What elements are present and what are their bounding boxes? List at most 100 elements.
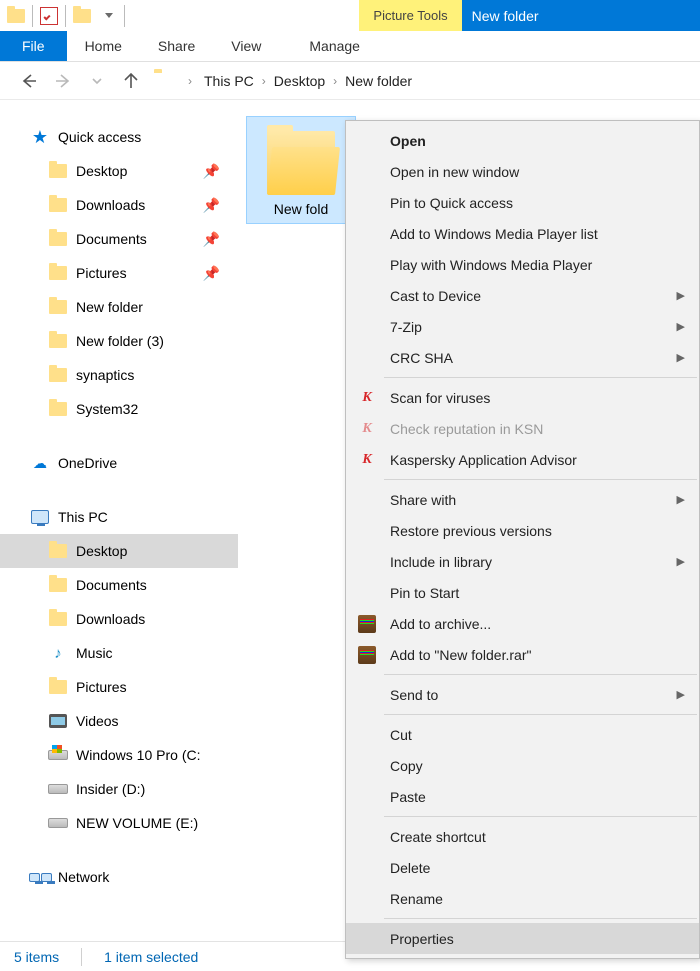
tree-onedrive[interactable]: ☁ OneDrive xyxy=(0,446,238,480)
chevron-right-icon[interactable]: › xyxy=(188,74,192,88)
crumb-new-folder[interactable]: New folder xyxy=(345,73,412,89)
ctx-cast-to-device[interactable]: Cast to Device▶ xyxy=(346,280,699,311)
pin-icon: 📌 xyxy=(203,197,220,214)
ctx-send-to[interactable]: Send to▶ xyxy=(346,679,699,710)
ctx-paste[interactable]: Paste xyxy=(346,781,699,812)
crumb-this-pc[interactable]: This PC xyxy=(204,73,254,89)
kaspersky-icon: K xyxy=(358,451,376,469)
folder-icon xyxy=(48,400,68,418)
chevron-right-icon[interactable]: › xyxy=(333,74,337,88)
tree-label: Downloads xyxy=(76,197,145,213)
ctx-add-wmp-list[interactable]: Add to Windows Media Player list xyxy=(346,218,699,249)
folder-icon xyxy=(48,162,68,180)
ctx-7zip[interactable]: 7-Zip▶ xyxy=(346,311,699,342)
tab-home[interactable]: Home xyxy=(67,31,140,61)
tree-group-network: Network xyxy=(0,860,238,894)
music-icon xyxy=(48,644,68,662)
tree-item-pictures-qa[interactable]: Pictures📌 xyxy=(0,256,238,290)
ctx-add-to-rar[interactable]: Add to "New folder.rar" xyxy=(346,639,699,670)
ctx-open-new-window[interactable]: Open in new window xyxy=(346,156,699,187)
breadcrumb[interactable]: This PC › Desktop › New folder xyxy=(204,73,412,89)
ctx-pin-quick-access[interactable]: Pin to Quick access xyxy=(346,187,699,218)
tree-item-pictures[interactable]: Pictures xyxy=(0,670,238,704)
tree-item-music[interactable]: Music xyxy=(0,636,238,670)
recent-dropdown-icon[interactable] xyxy=(86,70,108,92)
tree-label: Network xyxy=(58,869,109,885)
tree-label: OneDrive xyxy=(58,455,117,471)
new-folder-qat-icon[interactable] xyxy=(72,6,92,26)
tree-item-desktop-qa[interactable]: Desktop 📌 xyxy=(0,154,238,188)
ctx-rename[interactable]: Rename xyxy=(346,883,699,914)
tree-label: Desktop xyxy=(76,163,127,179)
drive-icon xyxy=(48,746,68,764)
chevron-right-icon: ▶ xyxy=(677,320,685,333)
drive-icon xyxy=(48,780,68,798)
pin-icon: 📌 xyxy=(203,163,220,180)
chevron-right-icon: ▶ xyxy=(677,289,685,302)
tree-group-this-pc: This PC Desktop Documents Downloads Musi… xyxy=(0,500,238,840)
tab-file[interactable]: File xyxy=(0,31,67,61)
tree-item-downloads[interactable]: Downloads xyxy=(0,602,238,636)
back-icon[interactable] xyxy=(18,70,40,92)
tree-network[interactable]: Network xyxy=(0,860,238,894)
file-item-new-folder[interactable]: New fold xyxy=(246,116,356,224)
folder-icon xyxy=(48,332,68,350)
kaspersky-icon: K xyxy=(358,420,376,438)
navigation-pane: ★ Quick access Desktop 📌 Downloads 📌 Docum… xyxy=(0,100,238,941)
status-selection: 1 item selected xyxy=(104,949,198,965)
ctx-pin-to-start[interactable]: Pin to Start xyxy=(346,577,699,608)
tree-item-newfolder3-qa[interactable]: New folder (3) xyxy=(0,324,238,358)
ctx-scan-viruses[interactable]: KScan for viruses xyxy=(346,382,699,413)
ribbon-context-label: Picture Tools xyxy=(359,0,461,31)
forward-icon[interactable] xyxy=(52,70,74,92)
tree-item-documents-qa[interactable]: Documents📌 xyxy=(0,222,238,256)
ctx-create-shortcut[interactable]: Create shortcut xyxy=(346,821,699,852)
ctx-crc-sha[interactable]: CRC SHA▶ xyxy=(346,342,699,373)
tree-item-drive-d[interactable]: Insider (D:) xyxy=(0,772,238,806)
folder-icon xyxy=(48,230,68,248)
ctx-restore-previous[interactable]: Restore previous versions xyxy=(346,515,699,546)
ctx-kaspersky-advisor[interactable]: KKaspersky Application Advisor xyxy=(346,444,699,475)
drive-icon xyxy=(48,814,68,832)
chevron-right-icon: ▶ xyxy=(677,688,685,701)
folder-icon xyxy=(48,610,68,628)
tree-label: Windows 10 Pro (C: xyxy=(76,747,200,763)
chevron-right-icon: ▶ xyxy=(677,555,685,568)
tree-item-system32-qa[interactable]: System32 xyxy=(0,392,238,426)
qat-dropdown-icon[interactable] xyxy=(98,6,118,26)
tree-label: This PC xyxy=(58,509,108,525)
tab-view[interactable]: View xyxy=(213,31,279,61)
tree-label: NEW VOLUME (E:) xyxy=(76,815,198,831)
tree-this-pc[interactable]: This PC xyxy=(0,500,238,534)
ctx-add-archive[interactable]: Add to archive... xyxy=(346,608,699,639)
status-item-count: 5 items xyxy=(14,949,59,965)
pin-icon: 📌 xyxy=(203,231,220,248)
up-icon[interactable] xyxy=(120,70,142,92)
tree-item-downloads-qa[interactable]: Downloads 📌 xyxy=(0,188,238,222)
tree-item-drive-e[interactable]: NEW VOLUME (E:) xyxy=(0,806,238,840)
ctx-cut[interactable]: Cut xyxy=(346,719,699,750)
chevron-right-icon[interactable]: › xyxy=(262,74,266,88)
ctx-delete[interactable]: Delete xyxy=(346,852,699,883)
tree-quick-access[interactable]: ★ Quick access xyxy=(0,120,238,154)
tab-share[interactable]: Share xyxy=(140,31,213,61)
tree-group-onedrive: ☁ OneDrive xyxy=(0,446,238,480)
ctx-open[interactable]: Open xyxy=(346,125,699,156)
properties-qat-icon[interactable] xyxy=(39,6,59,26)
crumb-desktop[interactable]: Desktop xyxy=(274,73,325,89)
address-bar-row: › This PC › Desktop › New folder xyxy=(0,62,700,100)
tree-item-videos[interactable]: Videos xyxy=(0,704,238,738)
tree-item-synaptics-qa[interactable]: synaptics xyxy=(0,358,238,392)
tree-label: Videos xyxy=(76,713,119,729)
tree-item-newfolder-qa[interactable]: New folder xyxy=(0,290,238,324)
ctx-play-wmp[interactable]: Play with Windows Media Player xyxy=(346,249,699,280)
tree-item-drive-c[interactable]: Windows 10 Pro (C: xyxy=(0,738,238,772)
tree-item-desktop[interactable]: Desktop xyxy=(0,534,238,568)
ctx-share-with[interactable]: Share with▶ xyxy=(346,484,699,515)
tab-manage[interactable]: Manage xyxy=(279,31,378,61)
ctx-copy[interactable]: Copy xyxy=(346,750,699,781)
ctx-properties[interactable]: Properties xyxy=(346,923,699,954)
tree-label: Documents xyxy=(76,577,147,593)
ctx-include-library[interactable]: Include in library▶ xyxy=(346,546,699,577)
tree-item-documents[interactable]: Documents xyxy=(0,568,238,602)
